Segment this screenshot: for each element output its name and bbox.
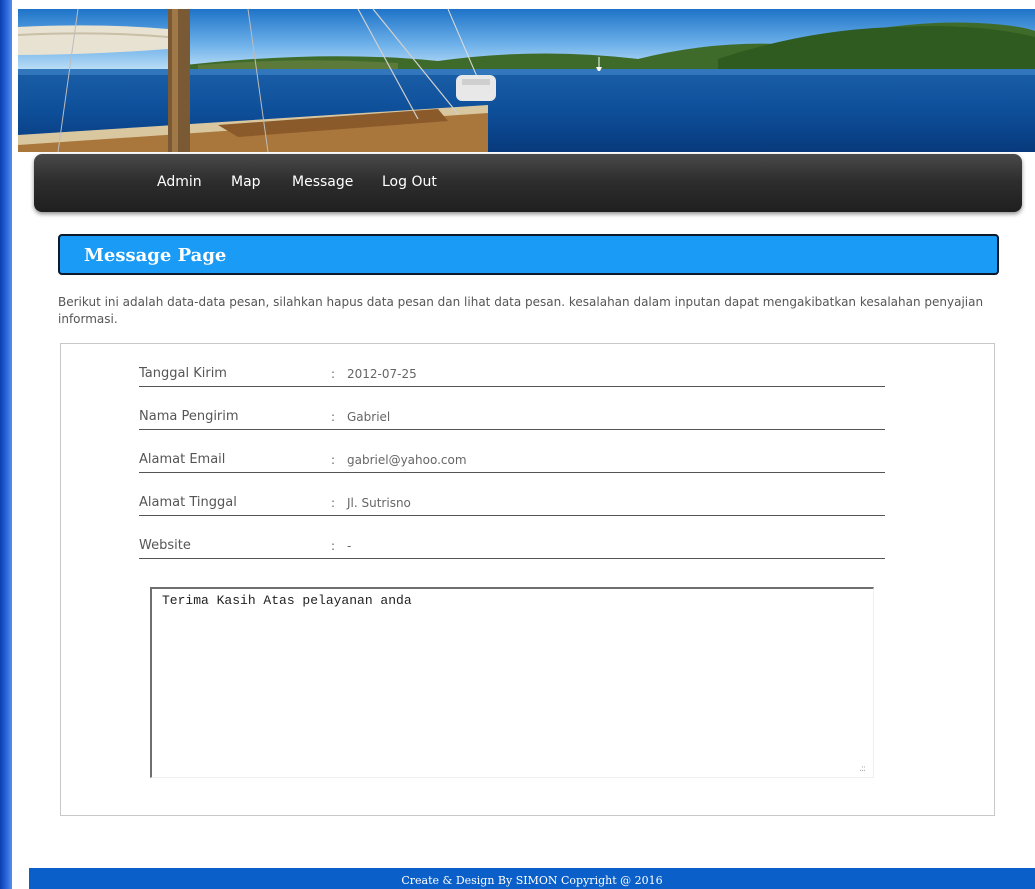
nav-item-log-out[interactable]: Log Out	[382, 174, 437, 190]
detail-label: Alamat Email	[139, 452, 226, 467]
nav-item-admin[interactable]: Admin	[157, 174, 202, 190]
header-banner	[18, 9, 1035, 152]
top-strip	[12, 0, 1035, 9]
main-nav-bar: Admin Map Message Log Out	[34, 154, 1022, 212]
detail-separator: :	[331, 410, 336, 424]
detail-label: Tanggal Kirim	[139, 366, 227, 381]
detail-separator: :	[331, 453, 336, 467]
detail-value: Jl. Sutrisno	[347, 496, 411, 510]
detail-value: -	[347, 539, 352, 553]
detail-separator: :	[331, 367, 336, 381]
message-detail-panel: Tanggal Kirim : 2012-07-25 Nama Pengirim…	[60, 343, 995, 816]
page-title-bar: Message Page	[58, 234, 999, 275]
detail-row-tanggal-kirim: Tanggal Kirim : 2012-07-25	[139, 344, 885, 387]
detail-row-website: Website : -	[139, 516, 885, 559]
intro-text: Berikut ini adalah data-data pesan, sila…	[58, 295, 984, 326]
detail-value: Gabriel	[347, 410, 391, 424]
left-edge-bar	[0, 0, 12, 889]
page-title: Message Page	[84, 245, 227, 266]
resize-grip-icon[interactable]: .::	[859, 764, 866, 774]
detail-label: Alamat Tinggal	[139, 495, 237, 510]
footer: Create & Design By SIMON Copyright @ 201…	[29, 868, 1035, 889]
footer-copyright: Create & Design By SIMON Copyright @ 201…	[401, 874, 663, 887]
detail-value: 2012-07-25	[347, 367, 417, 381]
nav-item-map[interactable]: Map	[231, 174, 261, 190]
detail-label: Website	[139, 538, 191, 553]
detail-row-nama-pengirim: Nama Pengirim : Gabriel	[139, 387, 885, 430]
detail-value: gabriel@yahoo.com	[347, 453, 467, 467]
nav-item-message[interactable]: Message	[292, 174, 353, 190]
detail-separator: :	[331, 496, 336, 510]
detail-separator: :	[331, 539, 336, 553]
detail-row-alamat-email: Alamat Email : gabriel@yahoo.com	[139, 430, 885, 473]
message-textarea[interactable]: Terima Kasih Atas pelayanan anda	[150, 587, 874, 778]
detail-label: Nama Pengirim	[139, 409, 239, 424]
detail-row-alamat-tinggal: Alamat Tinggal : Jl. Sutrisno	[139, 473, 885, 516]
banner-landscape-image	[18, 9, 1035, 152]
